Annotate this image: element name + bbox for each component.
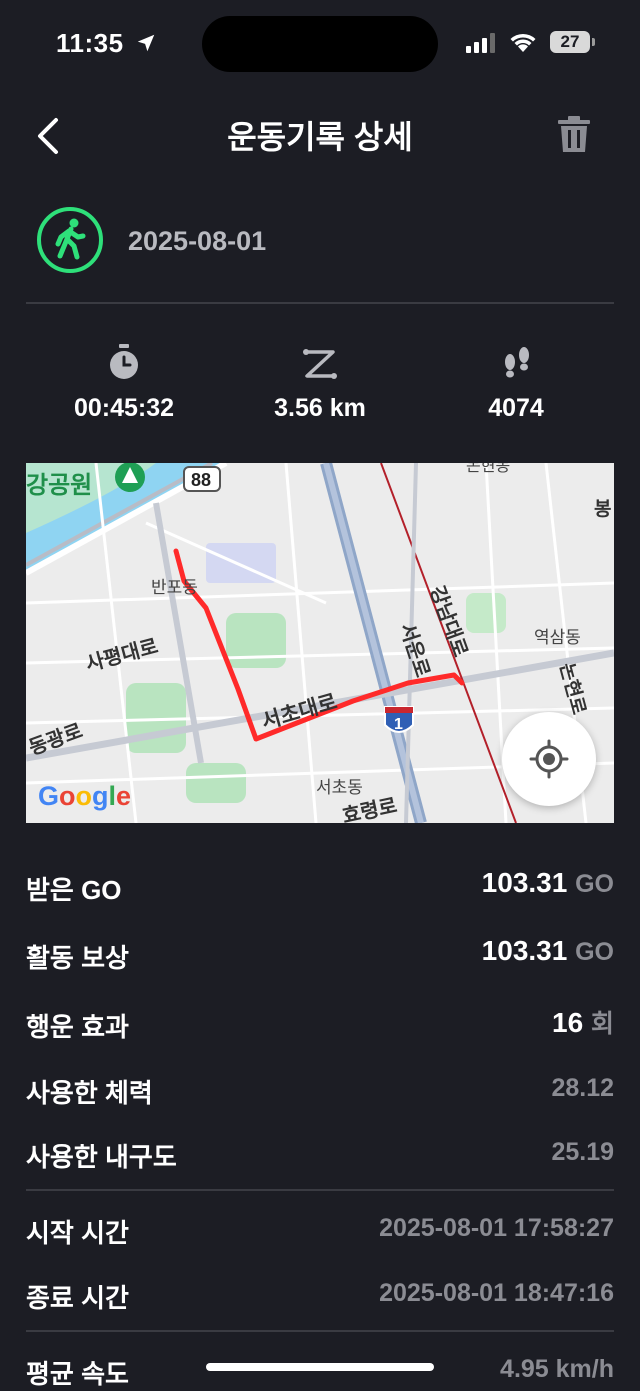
map-label-yeoksam: 역삼동 <box>534 628 581 647</box>
highway-number: 1 <box>394 716 403 733</box>
status-time: 11:35 <box>56 28 157 59</box>
my-location-button[interactable] <box>502 712 596 806</box>
map-label-seocho-dong: 서초동 <box>316 778 363 797</box>
stat-duration: 00:45:32 <box>73 394 175 422</box>
wifi-icon <box>510 33 536 52</box>
dynamic-island <box>202 16 438 72</box>
page-title: 운동기록 상세 <box>227 119 413 155</box>
luck-effect-count: 16 <box>552 1007 584 1038</box>
lower-divider <box>26 1330 614 1332</box>
row-label-activity-reward: 활동 보상 <box>26 943 129 973</box>
row-label-received-go: 받은 GO <box>26 875 122 905</box>
stat-distance: 3.56 km <box>274 394 366 422</box>
row-value-luck-effect: 16 회 <box>552 1004 614 1040</box>
footsteps-icon <box>505 347 529 378</box>
received-go-amount: 103.31 <box>481 867 568 898</box>
map-label-nonhyeon-dong: 논현동 <box>466 463 510 475</box>
crosshair-icon <box>529 739 569 779</box>
map-label-banpo: 반포동 <box>151 578 198 597</box>
row-value-received-go: 103.31 GO <box>482 867 614 899</box>
trash-icon[interactable] <box>556 116 592 154</box>
row-value-end-time: 2025-08-01 18:47:16 <box>379 1279 614 1307</box>
row-value-avg-speed: 4.95 km/h <box>500 1355 614 1383</box>
activity-date: 2025-08-01 <box>128 226 267 256</box>
distance-route-icon <box>303 349 337 379</box>
row-value-durability-used: 25.19 <box>551 1138 614 1166</box>
row-label-stamina-used: 사용한 체력 <box>26 1078 153 1108</box>
status-time-text: 11:35 <box>56 28 124 58</box>
cellular-signal-icon <box>466 33 495 53</box>
row-label-start-time: 시작 시간 <box>26 1218 129 1248</box>
row-label-luck-effect: 행운 효과 <box>26 1012 129 1042</box>
stat-steps: 4074 <box>488 394 544 422</box>
row-label-avg-speed: 평균 속도 <box>26 1359 129 1389</box>
battery-tip <box>592 38 595 46</box>
received-go-unit: GO <box>575 870 614 898</box>
top-divider <box>26 302 614 304</box>
row-value-stamina-used: 28.12 <box>551 1074 614 1102</box>
battery-level: 27 <box>560 32 580 51</box>
activity-reward-amount: 103.31 <box>481 935 568 966</box>
stopwatch-icon <box>110 344 138 379</box>
home-indicator[interactable] <box>206 1363 434 1371</box>
row-value-activity-reward: 103.31 GO <box>482 935 614 967</box>
luck-effect-unit: 회 <box>590 1010 614 1038</box>
map-label-route-88: 88 <box>191 470 211 490</box>
map-label-park: 강공원 <box>26 472 92 499</box>
row-label-durability-used: 사용한 내구도 <box>26 1142 177 1172</box>
row-label-end-time: 종료 시간 <box>26 1283 129 1313</box>
row-value-start-time: 2025-08-01 17:58:27 <box>379 1214 614 1242</box>
walking-icon <box>37 207 103 273</box>
activity-reward-unit: GO <box>575 938 614 966</box>
map-label-bong: 봉 <box>594 498 611 520</box>
battery-icon: 27 <box>550 31 590 53</box>
google-logo: Google <box>38 781 131 811</box>
location-arrow-icon <box>138 34 155 52</box>
middle-divider <box>26 1189 614 1191</box>
